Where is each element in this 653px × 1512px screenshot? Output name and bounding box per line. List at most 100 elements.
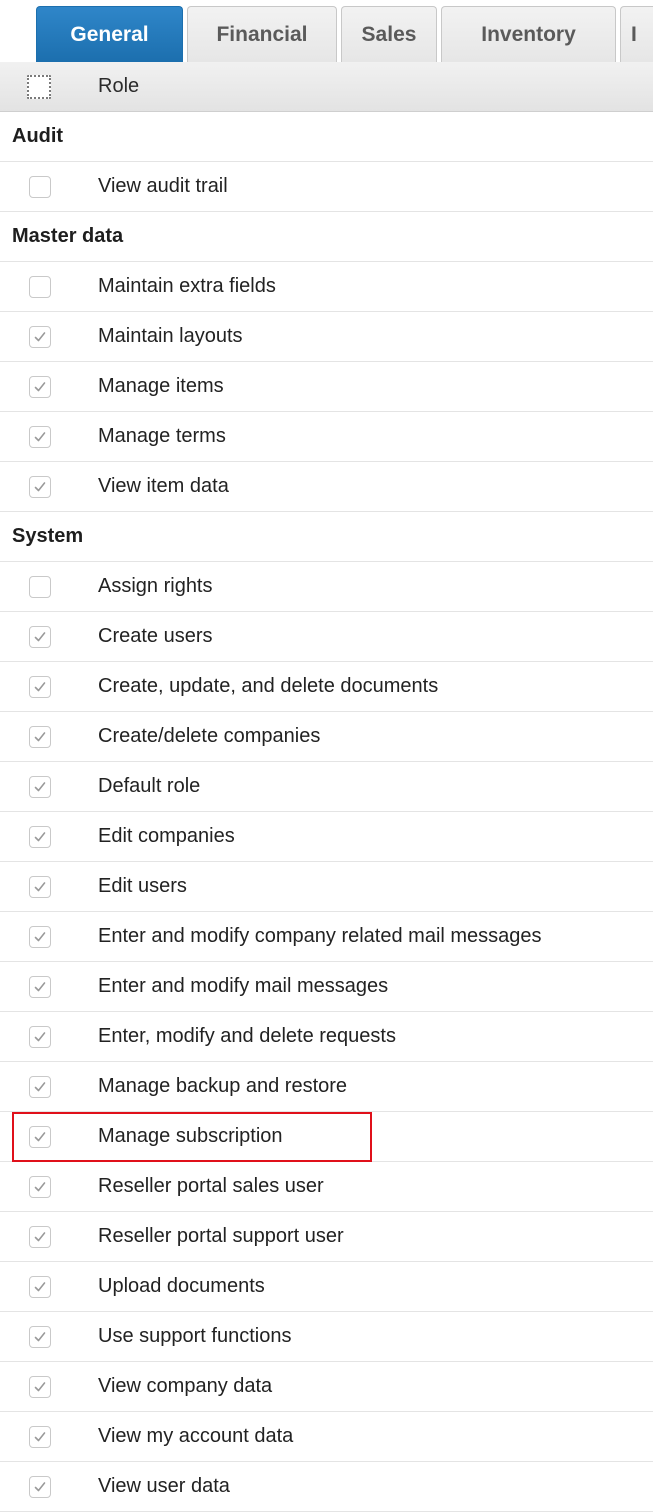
check-icon: [34, 631, 46, 641]
right-checkbox[interactable]: [29, 625, 51, 648]
right-checkbox[interactable]: [29, 725, 51, 748]
right-checkbox[interactable]: [29, 1025, 51, 1048]
check-icon: [34, 981, 46, 991]
rights-grid: Role Audit View audit trail Master data Mai…: [0, 62, 653, 1512]
right-row-upload-documents: Upload documents: [0, 1262, 653, 1312]
check-icon: [34, 731, 46, 741]
right-checkbox[interactable]: [29, 1075, 51, 1098]
right-label: Enter and modify company related mail me…: [98, 925, 542, 947]
right-checkbox[interactable]: [29, 875, 51, 898]
right-row-view-audit-trail: View audit trail: [0, 162, 653, 212]
right-row-manage-backup-and-restore: Manage backup and restore: [0, 1062, 653, 1112]
right-label: Manage terms: [98, 425, 226, 447]
right-checkbox[interactable]: [29, 1175, 51, 1198]
right-checkbox[interactable]: [29, 1275, 51, 1298]
right-checkbox[interactable]: [29, 425, 51, 448]
checkbox-cell: [0, 825, 98, 848]
right-row-create-users: Create users: [0, 612, 653, 662]
right-row-maintain-layouts: Maintain layouts: [0, 312, 653, 362]
checkbox-cell: [0, 1375, 98, 1398]
right-label: View audit trail: [98, 175, 228, 197]
checkbox-cell: [0, 1075, 98, 1098]
tab-financial[interactable]: Financial: [187, 6, 337, 62]
right-label: Upload documents: [98, 1275, 265, 1297]
right-checkbox[interactable]: [29, 175, 51, 198]
right-label: Default role: [98, 775, 201, 797]
right-row-manage-subscription: Manage subscription: [0, 1112, 653, 1162]
right-checkbox[interactable]: [29, 1125, 51, 1148]
check-icon: [34, 831, 46, 841]
right-checkbox[interactable]: [29, 1475, 51, 1498]
checkbox-cell: [0, 425, 98, 448]
tab-general[interactable]: General: [36, 6, 183, 62]
right-label: View my account data: [98, 1425, 294, 1447]
checkbox-cell: [0, 1125, 98, 1148]
tab-bar: General Financial Sales Inventory I: [0, 0, 653, 62]
right-checkbox[interactable]: [29, 1375, 51, 1398]
right-checkbox[interactable]: [29, 575, 51, 598]
right-checkbox[interactable]: [29, 975, 51, 998]
right-label: View company data: [98, 1375, 273, 1397]
checkbox-cell: [0, 325, 98, 348]
right-checkbox[interactable]: [29, 1325, 51, 1348]
tab-overflow[interactable]: I: [620, 6, 653, 62]
right-label: Create users: [98, 625, 213, 647]
right-label: Maintain extra fields: [98, 275, 276, 297]
right-label: Maintain layouts: [98, 325, 243, 347]
right-checkbox[interactable]: [29, 925, 51, 948]
right-row-view-item-data: View item data: [0, 462, 653, 512]
grid-header-row: Role: [0, 62, 653, 112]
right-label: Manage backup and restore: [98, 1075, 348, 1097]
check-icon: [34, 781, 46, 791]
check-icon: [34, 681, 46, 691]
checkbox-cell: [0, 1275, 98, 1298]
right-checkbox[interactable]: [29, 275, 51, 298]
header-checkbox-cell: [0, 74, 98, 99]
right-label: Edit companies: [98, 825, 235, 847]
right-checkbox[interactable]: [29, 1425, 51, 1448]
check-icon: [34, 931, 46, 941]
check-icon: [34, 1481, 46, 1491]
right-checkbox[interactable]: [29, 1225, 51, 1248]
right-row-maintain-extra-fields: Maintain extra fields: [0, 262, 653, 312]
checkbox-cell: [0, 875, 98, 898]
right-row-create-delete-companies: Create/delete companies: [0, 712, 653, 762]
right-row-default-role: Default role: [0, 762, 653, 812]
right-checkbox[interactable]: [29, 375, 51, 398]
right-checkbox[interactable]: [29, 325, 51, 348]
right-row-enter-and-modify-mail-messages: Enter and modify mail messages: [0, 962, 653, 1012]
right-label: Enter, modify and delete requests: [98, 1025, 396, 1047]
tab-inventory[interactable]: Inventory: [441, 6, 616, 62]
group-row-master-data: Master data: [0, 212, 653, 262]
checkbox-cell: [0, 475, 98, 498]
checkbox-cell: [0, 1175, 98, 1198]
group-row-system: System: [0, 512, 653, 562]
checkbox-cell: [0, 925, 98, 948]
check-icon: [34, 331, 46, 341]
right-label: Assign rights: [98, 575, 213, 597]
checkbox-cell: [0, 625, 98, 648]
right-row-view-company-data: View company data: [0, 1362, 653, 1412]
tab-sales[interactable]: Sales: [341, 6, 437, 62]
group-row-audit: Audit: [0, 112, 653, 162]
right-label: View user data: [98, 1475, 230, 1497]
right-row-use-support-functions: Use support functions: [0, 1312, 653, 1362]
right-checkbox[interactable]: [29, 825, 51, 848]
check-icon: [34, 481, 46, 491]
check-icon: [34, 1131, 46, 1141]
check-icon: [34, 1331, 46, 1341]
check-icon: [34, 1381, 46, 1391]
group-label: System: [12, 525, 84, 547]
right-checkbox[interactable]: [29, 475, 51, 498]
right-checkbox[interactable]: [29, 775, 51, 798]
right-row-reseller-portal-support-user: Reseller portal support user: [0, 1212, 653, 1262]
select-all-checkbox[interactable]: [27, 74, 51, 99]
right-row-view-user-data: View user data: [0, 1462, 653, 1512]
checkbox-cell: [0, 1325, 98, 1348]
right-row-manage-items: Manage items: [0, 362, 653, 412]
right-label: Manage subscription: [98, 1125, 283, 1147]
check-icon: [34, 431, 46, 441]
checkbox-cell: [0, 675, 98, 698]
check-icon: [34, 881, 46, 891]
right-checkbox[interactable]: [29, 675, 51, 698]
